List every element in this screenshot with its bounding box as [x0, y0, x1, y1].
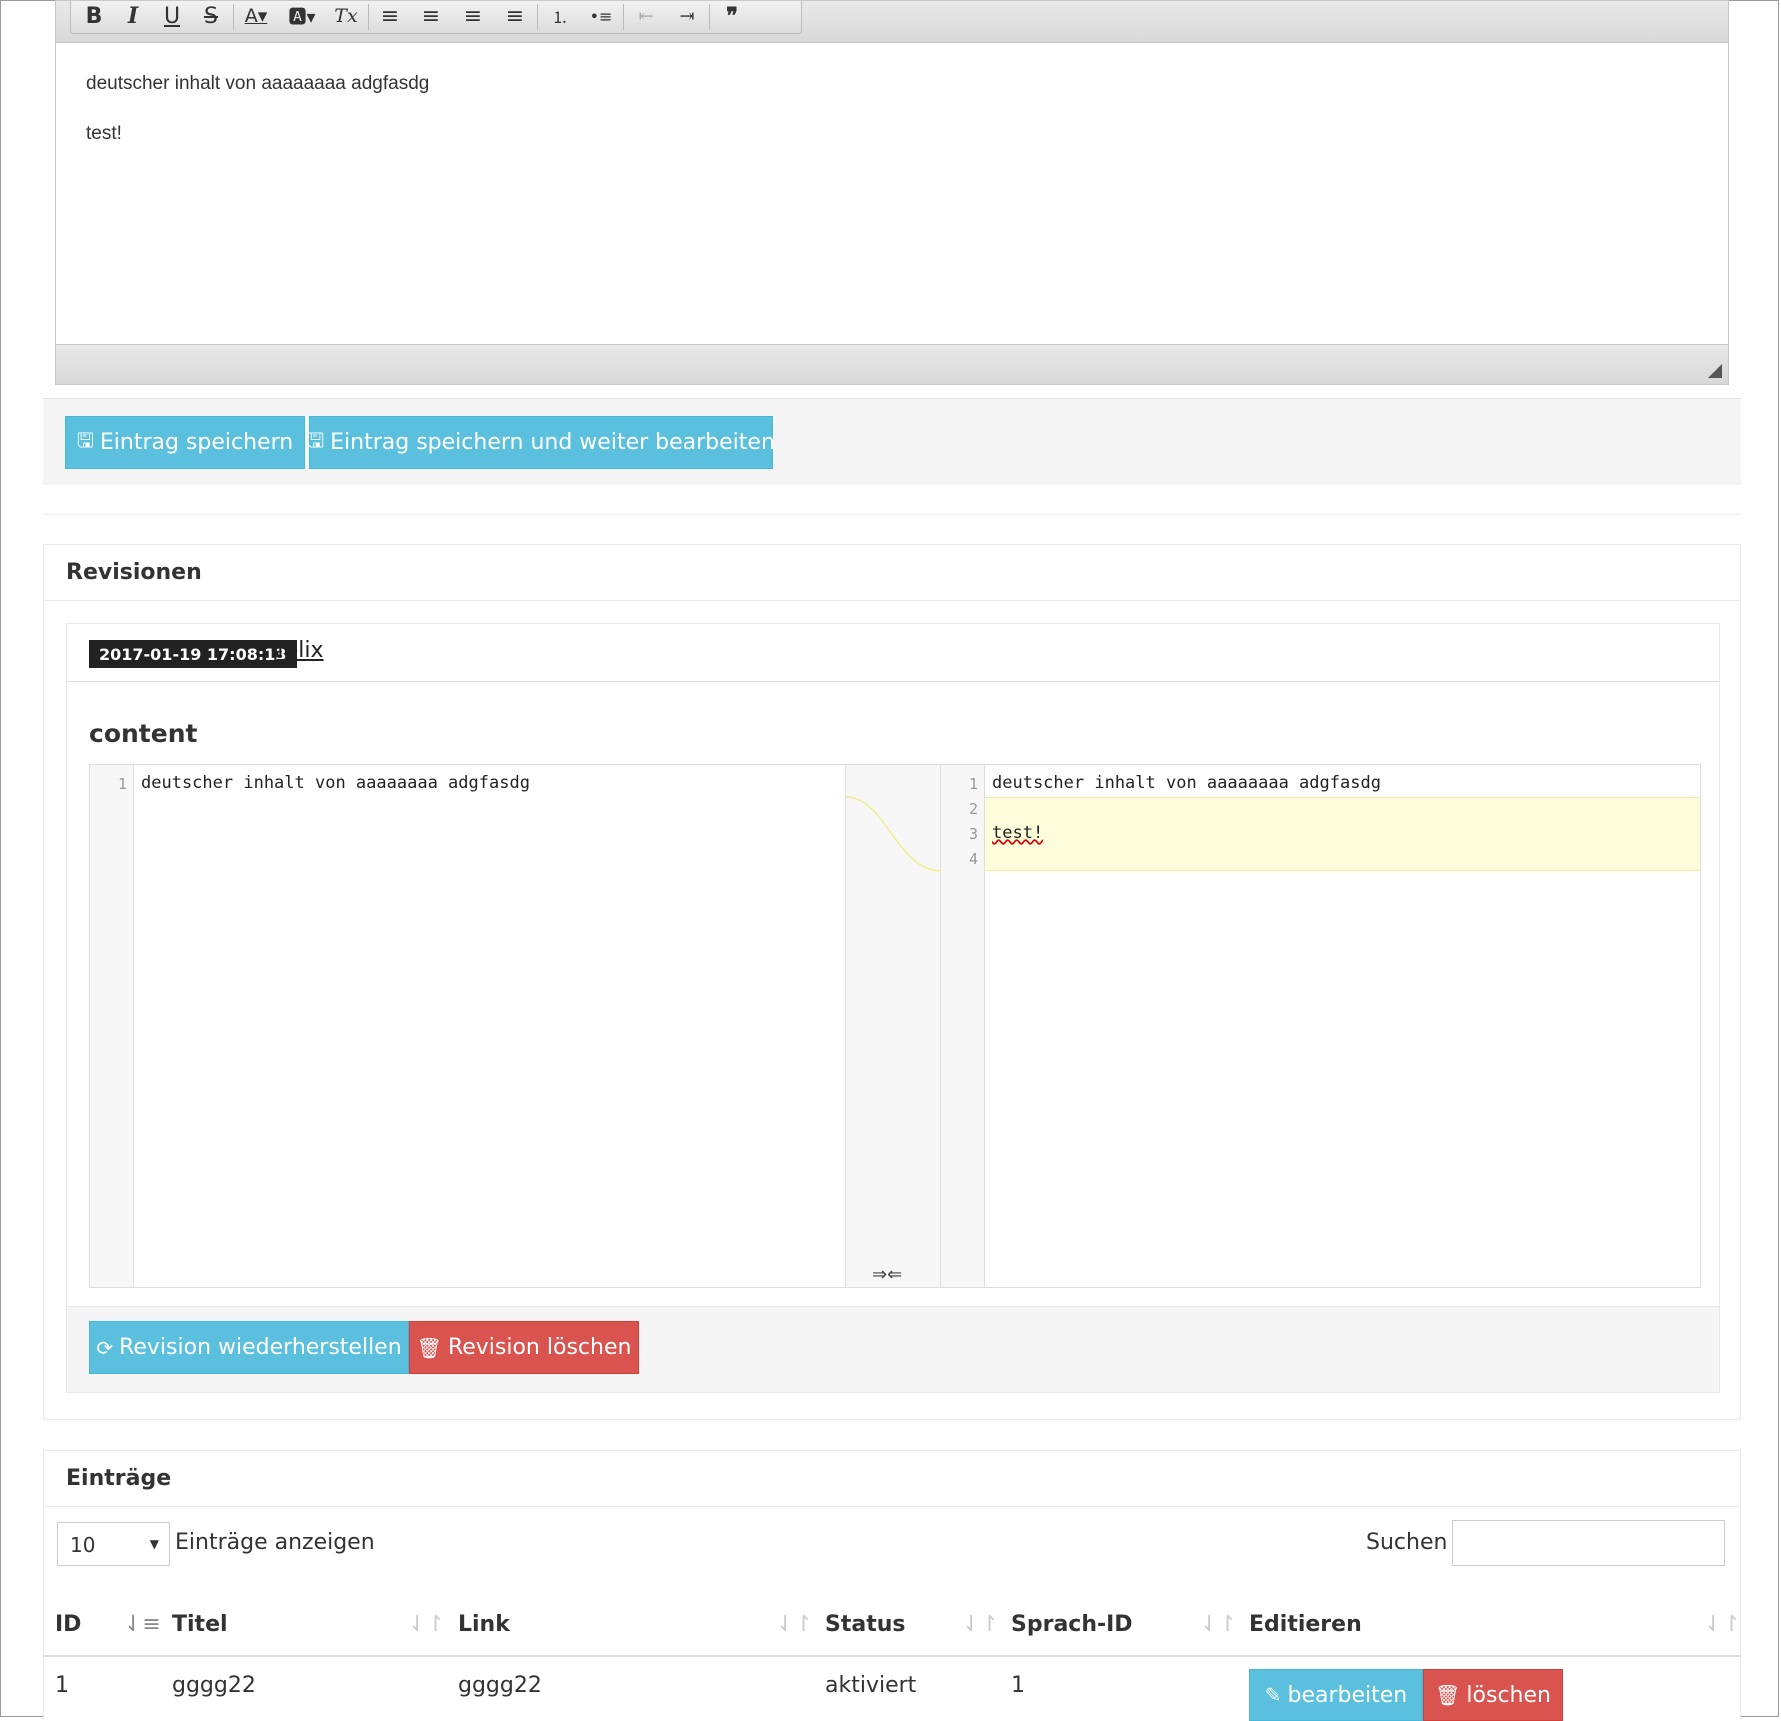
revision-header: 2017-01-19 17:08:13 felix — [67, 624, 1719, 682]
column-header-editieren[interactable]: Editieren — [1249, 1612, 1362, 1637]
diff-gap: ⇒⇐ — [845, 765, 942, 1287]
align-justify-icon[interactable]: ≡ — [498, 3, 532, 29]
search-label: Suchen — [1366, 1530, 1448, 1555]
strikethrough-icon[interactable]: S — [194, 3, 228, 29]
editor-paragraph: deutscher inhalt von aaaaaaaa adgfasdg — [86, 73, 430, 94]
editor-toolbar: B I U S A▾ 🅰▾ Tx ≡ ≡ ≡ ≡ ⒈ •≡ ⇤ ⇥ ❞ — [56, 1, 1728, 43]
remove-format-icon[interactable]: Tx — [329, 3, 363, 29]
toolbar-separator — [233, 4, 234, 30]
indent-icon[interactable]: ⇥ — [670, 3, 704, 29]
page-length-label: Einträge anzeigen — [175, 1530, 375, 1555]
blockquote-icon[interactable]: ❞ — [715, 3, 749, 29]
sort-icon[interactable]: ⇃↾ — [408, 1612, 445, 1637]
caret-down-icon: ▼ — [149, 1537, 159, 1551]
diff-connector — [846, 796, 942, 872]
numbered-list-icon[interactable]: ⒈ — [543, 3, 577, 29]
toolbar-separator — [709, 4, 710, 30]
editor-toolbar-group: B I U S A▾ 🅰▾ Tx ≡ ≡ ≡ ≡ ⒈ •≡ ⇤ ⇥ ❞ — [70, 1, 802, 34]
page-length-value: 10 — [70, 1533, 96, 1557]
align-center-icon[interactable]: ≡ — [414, 3, 448, 29]
delete-revision-button[interactable]: 🗑 Revision löschen — [409, 1321, 639, 1374]
entries-panel-title: Einträge — [44, 1451, 1740, 1507]
revision-item: 2017-01-19 17:08:13 felix content 1 deut… — [66, 623, 1720, 1393]
align-right-icon[interactable]: ≡ — [456, 3, 490, 29]
sort-icon[interactable]: ⇃↾ — [776, 1612, 813, 1637]
bulleted-list-icon[interactable]: •≡ — [584, 3, 618, 29]
panel-divider — [43, 484, 1741, 515]
edit-entry-label: bearbeiten — [1287, 1682, 1408, 1708]
cell-link: gggg22 — [458, 1673, 542, 1698]
revision-field-title: content — [89, 719, 198, 748]
right-code-line[interactable]: test! — [992, 823, 1043, 843]
right-gutter: 1 2 3 4 — [941, 765, 985, 1287]
align-left-icon[interactable]: ≡ — [373, 3, 407, 29]
diff-changed-highlight — [985, 797, 1700, 871]
cell-id: 1 — [55, 1673, 69, 1698]
text-color-icon[interactable]: A▾ — [239, 3, 273, 29]
save-and-continue-button[interactable]: 🖫 Eintrag speichern und weiter bearbeite… — [307, 416, 775, 469]
edit-entry-button[interactable]: ✎ bearbeiten — [1249, 1669, 1423, 1721]
restore-revision-button[interactable]: ⟳ Revision wiederherstellen — [89, 1321, 409, 1374]
column-header-id[interactable]: ID — [55, 1612, 81, 1637]
left-code-line[interactable]: deutscher inhalt von aaaaaaaa adgfasdg — [141, 773, 530, 793]
restore-revision-label: Revision wiederherstellen — [119, 1335, 402, 1360]
save-button-label: Eintrag speichern — [99, 430, 294, 455]
trash-icon: 🗑 — [416, 1335, 442, 1360]
line-number: 2 — [968, 800, 978, 818]
toolbar-separator — [537, 4, 538, 30]
sort-ascending-icon[interactable]: ⇃≡ — [124, 1612, 161, 1637]
table-header-divider — [43, 1655, 1741, 1657]
editor-content[interactable]: deutscher inhalt von aaaaaaaa adgfasdg t… — [56, 43, 1728, 343]
column-header-link[interactable]: Link — [458, 1612, 510, 1637]
page-length-select[interactable]: 10 ▼ — [57, 1522, 170, 1566]
delete-entry-button[interactable]: 🗑 löschen — [1423, 1669, 1563, 1721]
line-number: 1 — [968, 775, 978, 793]
sort-icon[interactable]: ⇃↾ — [1704, 1612, 1741, 1637]
line-number: 1 — [117, 775, 127, 793]
editor-statusbar — [56, 344, 1728, 384]
toolbar-separator — [368, 4, 369, 30]
cell-sprach-id: 1 — [1011, 1673, 1025, 1698]
line-number: 3 — [968, 825, 978, 843]
right-code-line[interactable]: deutscher inhalt von aaaaaaaa adgfasdg — [992, 773, 1381, 793]
refresh-icon: ⟳ — [96, 1335, 114, 1360]
toolbar-separator — [623, 4, 624, 30]
revision-user-link[interactable]: felix — [277, 638, 324, 663]
bold-icon[interactable]: B — [77, 3, 111, 29]
delete-entry-label: löschen — [1466, 1682, 1551, 1708]
editor-paragraph: test! — [86, 123, 122, 144]
edit-icon: ✎ — [1264, 1683, 1282, 1707]
column-header-sprach-id[interactable]: Sprach-ID — [1011, 1612, 1133, 1637]
sort-icon[interactable]: ⇃↾ — [1200, 1612, 1237, 1637]
floppy-disk-icon: 🖫 — [76, 427, 94, 452]
delete-revision-label: Revision löschen — [447, 1335, 632, 1360]
cell-titel: gggg22 — [172, 1673, 256, 1698]
rich-text-editor: B I U S A▾ 🅰▾ Tx ≡ ≡ ≡ ≡ ⒈ •≡ ⇤ ⇥ ❞ deut… — [55, 0, 1729, 385]
revisions-panel-title: Revisionen — [44, 545, 1740, 601]
sort-icon[interactable]: ⇃↾ — [962, 1612, 999, 1637]
save-and-continue-button-label: Eintrag speichern und weiter bearbeiten — [330, 430, 775, 455]
trash-icon: 🗑 — [1435, 1683, 1461, 1707]
column-header-titel[interactable]: Titel — [172, 1612, 228, 1637]
revisions-panel: Revisionen 2017-01-19 17:08:13 felix con… — [43, 544, 1741, 1420]
outdent-icon[interactable]: ⇤ — [629, 3, 663, 29]
underline-icon[interactable]: U — [155, 3, 189, 29]
search-input[interactable] — [1452, 1520, 1725, 1566]
left-gutter: 1 — [90, 765, 134, 1287]
line-number: 4 — [968, 850, 978, 868]
background-color-icon[interactable]: 🅰▾ — [285, 3, 319, 29]
revision-timestamp-badge: 2017-01-19 17:08:13 — [89, 640, 297, 668]
revision-actions: ⟳ Revision wiederherstellen 🗑 Revision l… — [67, 1306, 1719, 1392]
floppy-disk-icon: 🖫 — [307, 427, 325, 452]
column-header-status[interactable]: Status — [825, 1612, 905, 1637]
merge-toggle-icon[interactable]: ⇒⇐ — [872, 1264, 902, 1285]
italic-icon[interactable]: I — [116, 3, 150, 29]
cell-status: aktiviert — [825, 1673, 917, 1698]
form-actions: 🖫 Eintrag speichern 🖫 Eintrag speichern … — [43, 398, 1741, 485]
save-button[interactable]: 🖫 Eintrag speichern — [65, 416, 305, 469]
diff-merge-view: 1 deutscher inhalt von aaaaaaaa adgfasdg… — [89, 764, 1701, 1288]
resize-handle-icon[interactable] — [1708, 364, 1722, 378]
